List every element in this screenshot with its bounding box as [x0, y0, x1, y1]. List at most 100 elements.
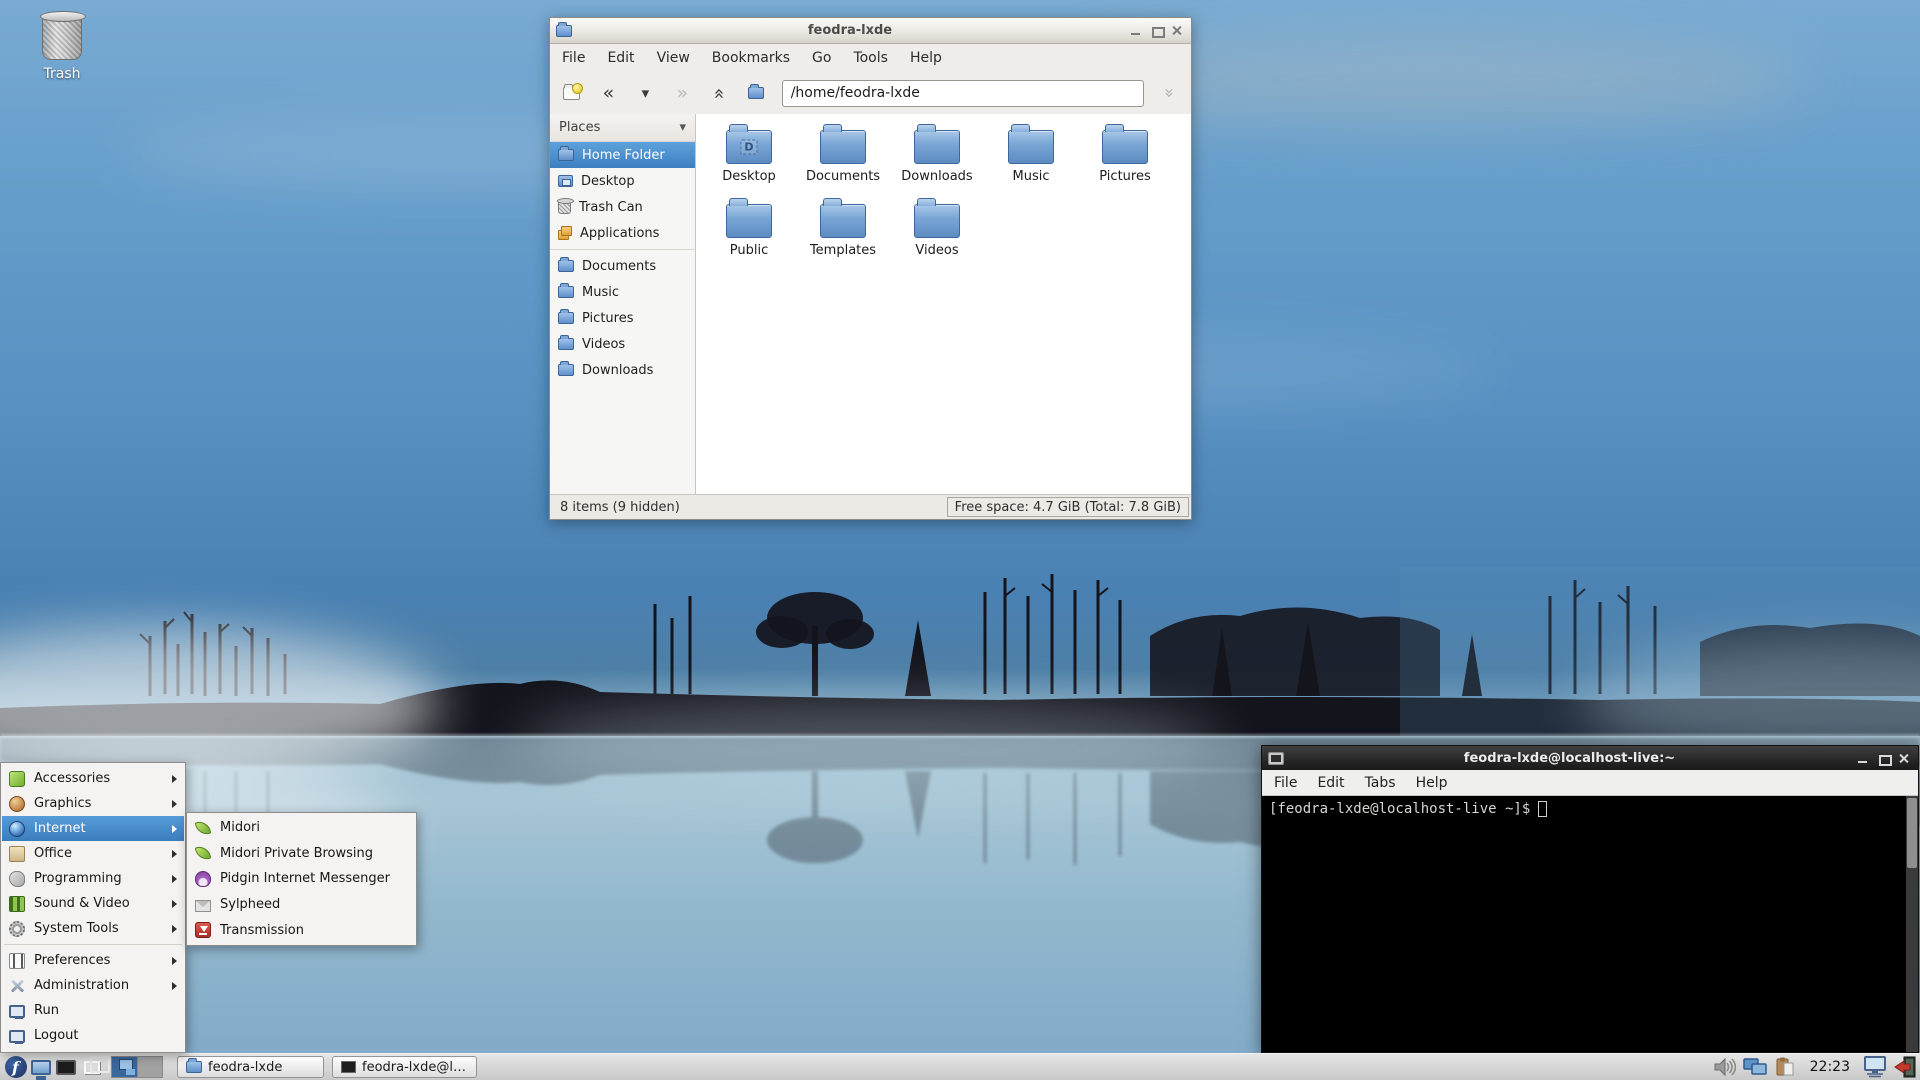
file-manager-launcher[interactable] — [28, 1055, 53, 1079]
minimize-button[interactable] — [1855, 752, 1870, 765]
pager-desktop-2[interactable] — [136, 1057, 162, 1077]
sidebar-item-trash-can[interactable]: Trash Can — [550, 194, 695, 220]
fm-menu-edit[interactable]: Edit — [607, 50, 634, 66]
forward-button[interactable]: » — [671, 81, 694, 105]
desktop-pager[interactable] — [111, 1056, 163, 1078]
folder-item-desktop[interactable]: D Desktop — [702, 122, 796, 196]
task-button-label: feodra-lxde@loc... — [362, 1059, 468, 1075]
preferences-icon — [9, 952, 25, 969]
task-button-terminal[interactable]: feodra-lxde@loc... — [332, 1056, 477, 1078]
terminal-screen[interactable]: [feodra-lxde@localhost-live ~]$ — [1262, 796, 1918, 1052]
submenu-item-pidgin[interactable]: Pidgin Internet Messenger — [188, 866, 415, 892]
submenu-item-midori[interactable]: Midori — [188, 815, 415, 841]
submenu-item-transmission[interactable]: Transmission — [188, 917, 415, 943]
pager-desktop-1[interactable] — [112, 1057, 137, 1077]
logout-tray-button[interactable] — [1892, 1055, 1917, 1079]
menu-item-internet[interactable]: Internet — [2, 816, 184, 841]
terminal-menu-file[interactable]: File — [1274, 775, 1297, 791]
address-bar-input[interactable] — [781, 79, 1145, 107]
up-button[interactable]: » — [708, 81, 731, 105]
menu-item-sound-video[interactable]: Sound & Video — [2, 891, 184, 916]
history-dropdown-button[interactable]: ▾ — [634, 81, 657, 105]
close-button[interactable] — [1897, 752, 1912, 765]
folder-item-pictures[interactable]: Pictures — [1078, 122, 1172, 196]
volume-tray-button[interactable] — [1713, 1055, 1738, 1079]
menu-item-programming[interactable]: Programming — [2, 866, 184, 891]
sidebar-separator — [550, 249, 695, 250]
back-icon: « — [602, 81, 615, 104]
sidebar-item-pictures[interactable]: Pictures — [550, 305, 695, 331]
menu-item-graphics[interactable]: Graphics — [2, 791, 184, 816]
menu-item-office[interactable]: Office — [2, 841, 184, 866]
network-monitors-icon — [1743, 1058, 1767, 1075]
graphics-icon — [9, 795, 25, 812]
terminal-menu-tabs[interactable]: Tabs — [1365, 775, 1396, 791]
sidebar-item-applications[interactable]: Applications — [550, 220, 695, 246]
sidebar-item-documents[interactable]: Documents — [550, 253, 695, 279]
new-tab-button[interactable] — [560, 81, 583, 105]
clock: 22:23 — [1809, 1059, 1850, 1075]
maximize-button[interactable] — [1876, 752, 1892, 766]
menu-item-preferences[interactable]: Preferences — [2, 948, 184, 973]
back-button[interactable]: « — [597, 81, 620, 105]
fm-menu-go[interactable]: Go — [812, 50, 831, 66]
run-icon — [9, 1004, 25, 1019]
menu-item-system-tools[interactable]: System Tools — [2, 916, 184, 941]
home-button[interactable] — [745, 81, 768, 105]
terminal-menu-help[interactable]: Help — [1416, 775, 1448, 791]
folder-item-public[interactable]: Public — [702, 196, 796, 270]
minimize-button[interactable] — [1128, 24, 1143, 37]
sidebar-item-label: Trash Can — [579, 199, 643, 215]
sidebar-item-music[interactable]: Music — [550, 279, 695, 305]
fm-menu-view[interactable]: View — [657, 50, 690, 66]
submenu-arrow-icon — [172, 899, 177, 908]
sidebar-item-videos[interactable]: Videos — [550, 331, 695, 357]
fm-menu-file[interactable]: File — [562, 50, 585, 66]
places-header[interactable]: Places ▾ — [550, 114, 695, 142]
folder-icon — [914, 198, 960, 238]
folder-label: Pictures — [1099, 169, 1151, 184]
menu-item-label: Accessories — [34, 771, 111, 786]
terminal-launcher[interactable] — [53, 1055, 78, 1079]
close-button[interactable] — [1170, 24, 1185, 37]
menu-item-accessories[interactable]: Accessories — [2, 766, 184, 791]
start-menu-button[interactable]: f — [3, 1055, 28, 1079]
fm-menu-bookmarks[interactable]: Bookmarks — [712, 50, 790, 66]
task-button-file-manager[interactable]: feodra-lxde — [177, 1056, 324, 1078]
iconify-all-button[interactable] — [78, 1055, 110, 1079]
menu-item-logout[interactable]: Logout — [2, 1023, 184, 1048]
submenu-item-sylpheed[interactable]: Sylpheed — [188, 892, 415, 918]
jump-button[interactable]: » — [1158, 81, 1181, 105]
task-button-label: feodra-lxde — [208, 1059, 283, 1075]
folder-label: Downloads — [901, 169, 973, 184]
fm-menu-tools[interactable]: Tools — [853, 50, 888, 66]
fm-titlebar[interactable]: feodra-lxde — [550, 18, 1191, 44]
lock-screen-button[interactable] — [1862, 1055, 1887, 1079]
file-list-view: D Desktop Documents Downloads Music Pict… — [696, 114, 1191, 494]
scrollbar-thumb[interactable] — [1907, 798, 1917, 868]
submenu-item-midori-private[interactable]: Midori Private Browsing — [188, 841, 415, 867]
menu-item-run[interactable]: Run — [2, 998, 184, 1023]
terminal-titlebar[interactable]: feodra-lxde@localhost-live:~ — [1262, 746, 1918, 770]
folder-icon — [558, 309, 574, 324]
folder-item-videos[interactable]: Videos — [890, 196, 984, 270]
jump-icon: » — [1159, 87, 1180, 99]
sidebar-item-desktop[interactable]: Desktop — [550, 168, 695, 194]
terminal-scrollbar[interactable] — [1906, 796, 1918, 1052]
folder-item-downloads[interactable]: Downloads — [890, 122, 984, 196]
folder-item-templates[interactable]: Templates — [796, 196, 890, 270]
sidebar-item-home-folder[interactable]: Home Folder — [550, 142, 695, 168]
menu-item-administration[interactable]: Administration — [2, 973, 184, 998]
desktop-trash-icon[interactable]: Trash — [30, 11, 94, 82]
terminal-menu-edit[interactable]: Edit — [1317, 775, 1344, 791]
folder-item-documents[interactable]: Documents — [796, 122, 890, 196]
sidebar-item-downloads[interactable]: Downloads — [550, 357, 695, 383]
folder-item-music[interactable]: Music — [984, 122, 1078, 196]
folder-label: Desktop — [722, 169, 776, 184]
maximize-button[interactable] — [1149, 24, 1165, 38]
system-tray: 22:23 — [1713, 1055, 1917, 1079]
fm-menu-help[interactable]: Help — [910, 50, 942, 66]
clipboard-tray-button[interactable] — [1773, 1055, 1798, 1079]
submenu-arrow-icon — [172, 849, 177, 858]
network-tray-button[interactable] — [1743, 1055, 1768, 1079]
